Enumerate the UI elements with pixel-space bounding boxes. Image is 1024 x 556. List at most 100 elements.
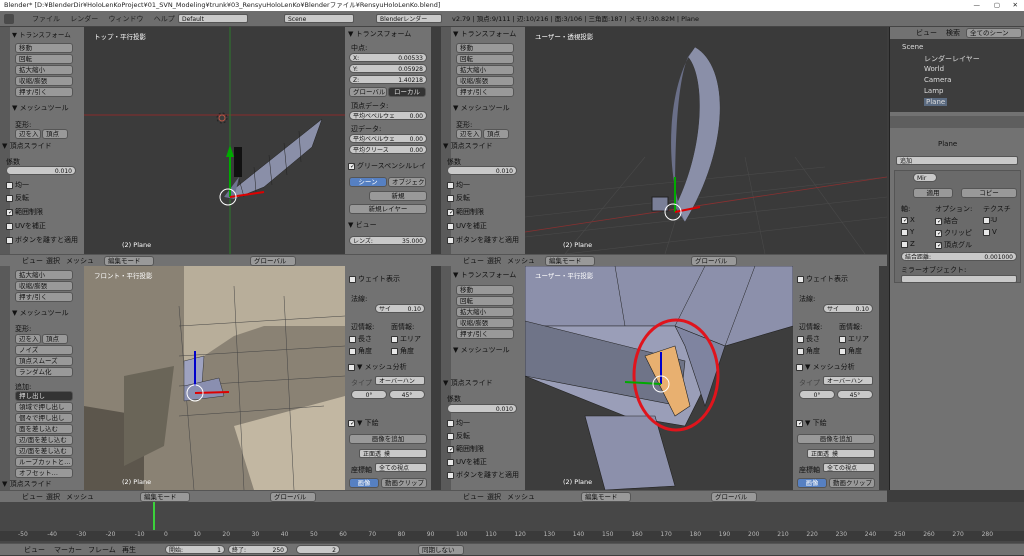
menu-help[interactable]: ヘルプ xyxy=(154,11,175,27)
extrude-region-button[interactable]: 領域で押し出し xyxy=(15,402,73,412)
br-release-checkbox[interactable]: ボタンを離すと適用 xyxy=(447,470,519,480)
sync-select[interactable]: 同期しない xyxy=(418,545,464,555)
tr-even-checkbox[interactable]: 均一 xyxy=(447,180,470,190)
viewport-bottom-right[interactable]: ユーザー・平行投影 (2) Plane xyxy=(525,266,793,490)
timeline-view-menu[interactable]: ビュー xyxy=(24,544,45,556)
timeline[interactable]: -50 -40 -30 -20 -10 0 10 20 30 40 50 60 70 80 90 100 110… xyxy=(0,502,1024,543)
texture-v-checkbox[interactable]: V xyxy=(983,228,997,236)
offset-button[interactable]: オフセット… xyxy=(15,468,73,478)
bl-vertex-slide-header[interactable]: ▼ 頂点スライド xyxy=(2,479,52,489)
axis-x-checkbox[interactable]: X xyxy=(901,216,915,224)
deg-min-field[interactable]: 0° xyxy=(351,390,387,399)
orientation-select[interactable]: グローバル xyxy=(250,256,296,266)
vertex-slide-button[interactable]: 頂点 xyxy=(42,129,68,139)
outliner-search-menu[interactable]: 検索 xyxy=(946,27,960,39)
rotate-button[interactable]: 回転 xyxy=(15,54,73,64)
mean-bevel-edge-field[interactable]: 平均ベベルウェ 0.00 xyxy=(349,134,427,143)
bl-scale-button[interactable]: 拡大縮小 xyxy=(15,270,73,280)
outliner-world[interactable]: World xyxy=(924,65,944,73)
extrude-individual-button[interactable]: 個々で押し出し xyxy=(15,413,73,423)
current-frame-field[interactable]: 2 xyxy=(296,545,340,554)
image-toggle[interactable]: 画像 xyxy=(349,478,379,488)
bl-shrink-button[interactable]: 収縮/膨張 xyxy=(15,281,73,291)
mesh-analysis-header[interactable]: ▼ メッシュ分析 xyxy=(348,362,407,372)
bl-mesh-tools-header[interactable]: ▼ メッシュツール xyxy=(12,308,69,318)
br-mesh-analysis-header[interactable]: ▼ メッシュ分析 xyxy=(796,362,855,372)
outliner-view-menu[interactable]: ビュー xyxy=(916,27,937,39)
viewport-top-right[interactable]: ユーザー・透視投影 (2) Plane xyxy=(525,27,887,254)
timeline-current-frame-line[interactable] xyxy=(153,502,155,530)
menu-render[interactable]: レンダー xyxy=(70,11,98,27)
copy-button[interactable]: コピー xyxy=(961,188,1017,198)
axis-z-checkbox[interactable]: Z xyxy=(901,240,915,248)
smooth-vertex-button[interactable]: 頂点スムーズ xyxy=(15,356,73,366)
mirror-object-field[interactable] xyxy=(901,275,1017,283)
mode-select[interactable]: 編集モード xyxy=(104,256,154,266)
factor-field[interactable]: 0.010 xyxy=(6,166,76,175)
bl-orientation-select[interactable]: グローバル xyxy=(270,492,316,502)
bl-edge-slide[interactable]: 辺を入 xyxy=(15,334,41,344)
end-frame-field[interactable]: 終了: 250 xyxy=(228,545,288,554)
tr-rotate-button[interactable]: 回転 xyxy=(456,54,514,64)
global-toggle[interactable]: グローバル xyxy=(349,87,387,97)
vertex-slide-header[interactable]: ▼ 頂点スライド xyxy=(2,141,52,151)
br-add-image-button[interactable]: 画像を追加 xyxy=(797,434,875,444)
tr-transform-header[interactable]: ▼ トランスフォーム xyxy=(453,29,516,39)
br-shrink-button[interactable]: 収縮/膨張 xyxy=(456,318,514,328)
weight-display-checkbox[interactable]: ウェイト表示 xyxy=(349,274,400,284)
tr-edge-slide[interactable]: 辺を入 xyxy=(456,129,482,139)
br-push-button[interactable]: 押す/引く xyxy=(456,329,514,339)
edge-slide-button[interactable]: 辺を入 xyxy=(15,129,41,139)
axis-select[interactable]: 全ての視点 xyxy=(375,463,427,472)
br-weight-display-checkbox[interactable]: ウェイト表示 xyxy=(797,274,848,284)
br-angle-checkbox[interactable]: 角度 xyxy=(797,346,820,356)
br-normal-size-field[interactable]: サイ 0.10 xyxy=(823,304,873,313)
tr-scale-button[interactable]: 拡大縮小 xyxy=(456,65,514,75)
timeline-frame-menu[interactable]: フレーム xyxy=(88,544,116,556)
tr-flipped-checkbox[interactable]: 反転 xyxy=(447,193,470,203)
tr-shrink-button[interactable]: 収縮/膨張 xyxy=(456,76,514,86)
render-engine-select[interactable]: Blenderレンダー xyxy=(376,14,442,23)
angle2-checkbox[interactable]: 角度 xyxy=(391,346,414,356)
length-checkbox[interactable]: 長さ xyxy=(349,334,372,344)
lens-field[interactable]: レンズ: 35.000 xyxy=(349,236,427,245)
br-angle2-checkbox[interactable]: 角度 xyxy=(839,346,862,356)
br-orientation-select[interactable]: グローバル xyxy=(711,492,757,502)
background-header[interactable]: ▼ 下絵 xyxy=(348,418,379,428)
apply-button[interactable]: 適用 xyxy=(913,188,953,198)
bl-mode-select[interactable]: 編集モード xyxy=(140,492,190,502)
minimize-icon[interactable]: — xyxy=(974,0,981,11)
mesh-tools-header[interactable]: ▼ メッシュツール xyxy=(12,103,69,113)
texture-u-checkbox[interactable]: U xyxy=(983,216,997,224)
movie-clip-toggle[interactable]: 動画クリップ xyxy=(381,478,427,488)
br-area-checkbox[interactable]: エリア xyxy=(839,334,869,344)
add-image-button[interactable]: 画像を追加 xyxy=(349,434,427,444)
tr-vertex-slide-header[interactable]: ▼ 頂点スライド xyxy=(443,141,493,151)
layout-select[interactable]: Default xyxy=(178,14,248,23)
viewport-top-left[interactable]: トップ・平行投影 (2) Plane xyxy=(84,27,345,254)
loop-cut-button[interactable]: ループカットと… xyxy=(15,457,73,467)
start-frame-field[interactable]: 開始: 1 xyxy=(165,545,225,554)
mirror-name-field[interactable]: Mir xyxy=(913,173,937,182)
merge-checkbox[interactable]: 結合 xyxy=(935,216,958,226)
tr-factor-field[interactable]: 0.010 xyxy=(447,166,517,175)
outliner-render-layers[interactable]: レンダーレイヤー xyxy=(924,54,980,64)
menu-window[interactable]: ウィンドウ xyxy=(108,11,143,27)
mean-crease-field[interactable]: 平均クリース 0.00 xyxy=(349,145,427,154)
br-mesh-tools-header[interactable]: ▼ メッシュツール xyxy=(453,345,510,355)
close-icon[interactable]: ✕ xyxy=(1013,0,1018,11)
outliner-lamp[interactable]: Lamp xyxy=(924,87,943,95)
extrude-button[interactable]: 押し出し xyxy=(15,391,73,401)
br-vertex-slide-header[interactable]: ▼ 頂点スライド xyxy=(443,378,493,388)
tr-mesh-tools-header[interactable]: ▼ メッシュツール xyxy=(453,103,510,113)
scale-button[interactable]: 拡大縮小 xyxy=(15,65,73,75)
clipping-checkbox[interactable]: クリッピ xyxy=(935,228,972,238)
br-length-checkbox[interactable]: 長さ xyxy=(797,334,820,344)
tr-correct-uv-checkbox[interactable]: UVを補正 xyxy=(447,221,487,231)
br-image-toggle[interactable]: 画像 xyxy=(797,478,827,488)
br-background-header[interactable]: ▼ 下絵 xyxy=(796,418,827,428)
br-even-checkbox[interactable]: 均一 xyxy=(447,418,470,428)
viewport-bottom-left[interactable]: フロント・平行投影 (2) Plane xyxy=(84,266,345,490)
tr-mode-select[interactable]: 編集モード xyxy=(545,256,595,266)
tr-clamp-checkbox[interactable]: 範囲制限 xyxy=(447,207,484,217)
